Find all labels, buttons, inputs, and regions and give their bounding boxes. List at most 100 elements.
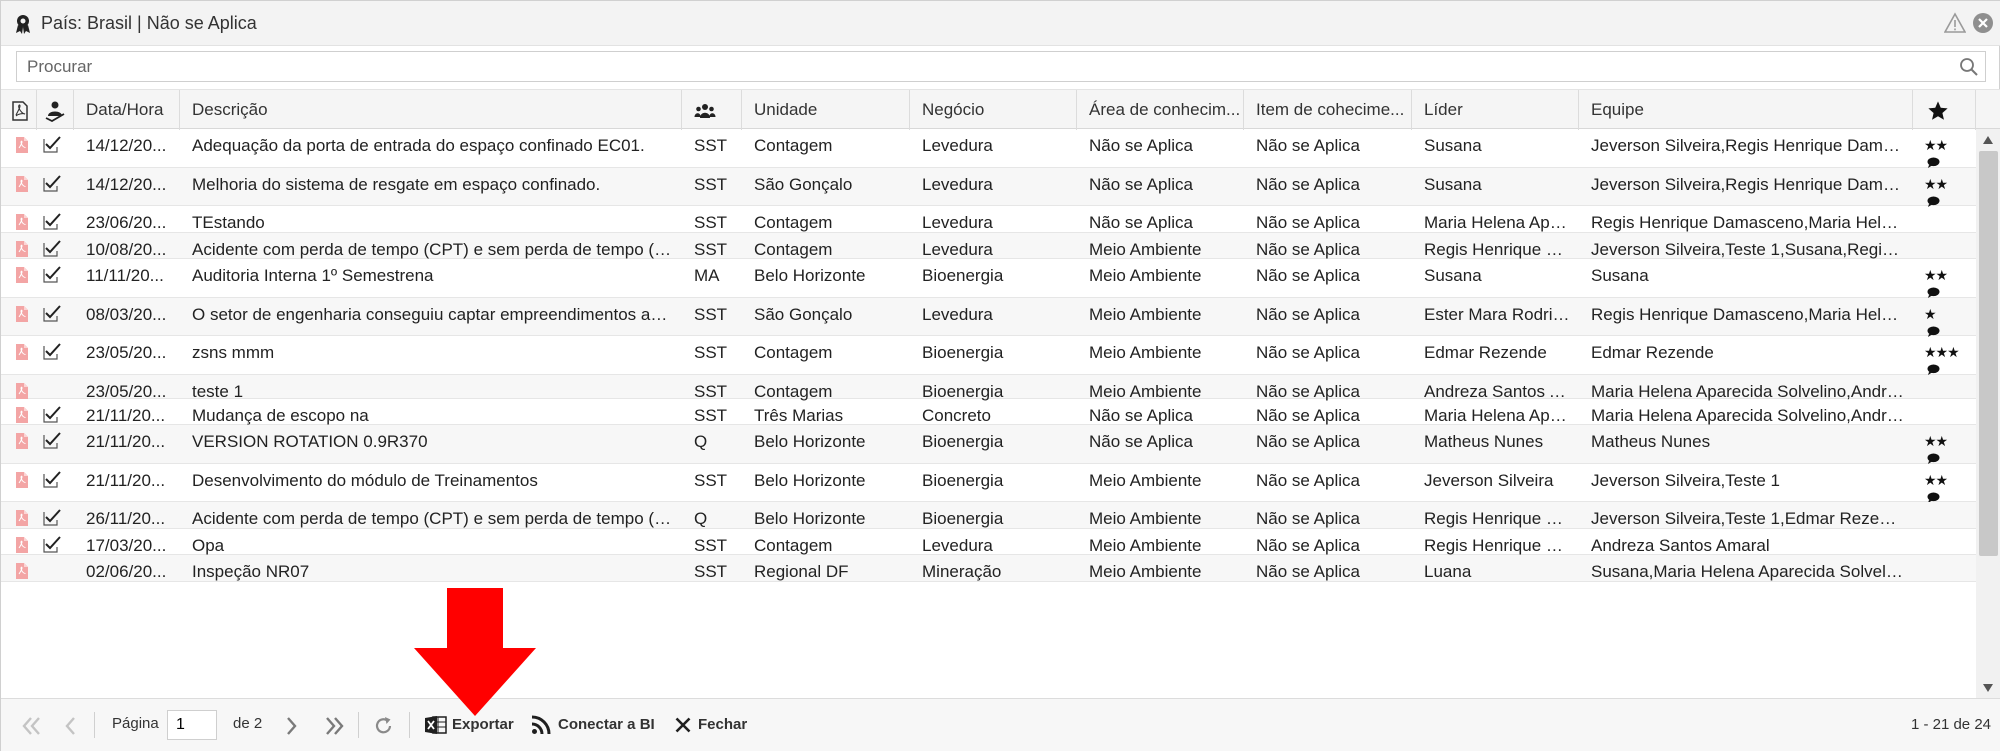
page-number-input[interactable] [167,710,217,740]
column-header-datetime[interactable]: Data/Hora [74,90,180,130]
search-input[interactable] [17,52,1937,81]
table-row[interactable]: 26/11/20... Acidente com perda de tempo (… [1,502,1976,529]
pdf-file-icon[interactable] [14,407,30,423]
checkbox-checked-icon[interactable] [43,136,61,153]
person-check-header-icon [45,101,65,122]
cell-datetime: 11/11/20... [86,266,164,285]
checkbox-checked-icon[interactable] [43,536,61,553]
cell-group: SST [694,213,728,232]
pdf-file-icon[interactable] [14,383,30,399]
cell-team: Jeverson Silveira,Teste 1 [1591,471,1780,490]
column-header-business[interactable]: Negócio [910,90,1077,130]
pdf-file-icon[interactable] [14,306,30,322]
checkbox-checked-icon[interactable] [43,406,61,423]
table-row[interactable]: 21/11/20... VERSION ROTATION 0.9R370 Q Belo… [1,425,1976,464]
pdf-file-icon[interactable] [14,241,30,257]
cell-datetime: 17/03/20... [86,536,167,555]
comment-icon[interactable] [1927,453,1940,464]
comment-icon[interactable] [1927,364,1940,375]
checkbox-checked-icon[interactable] [43,432,61,449]
column-header-area[interactable]: Área de conhecim... [1077,90,1244,130]
rating-stars: ★★ [1924,137,1948,153]
next-page-icon[interactable] [285,712,299,740]
column-header-check[interactable] [37,90,74,130]
scrollbar-thumb[interactable] [1979,151,1998,556]
pdf-file-icon[interactable] [14,267,30,283]
table-row[interactable]: 08/03/20... O setor de engenharia consegu… [1,298,1976,337]
table-row[interactable]: 14/12/20... Melhoria do sistema de resgat… [1,168,1976,207]
cell-item: Não se Aplica [1256,175,1360,194]
window-title: País: Brasil | Não se Aplica [41,13,257,33]
table-row[interactable]: 14/12/20... Adequação da porta de entrada… [1,129,1976,168]
previous-page-icon[interactable] [63,712,77,740]
table-row[interactable]: 11/11/20... Auditoria Interna 1º Semestre… [1,259,1976,298]
column-header-description[interactable]: Descrição [180,90,682,130]
cell-area: Meio Ambiente [1089,509,1202,528]
cell-leader: Susana [1424,266,1482,285]
table-row[interactable]: 23/05/20... zsns mmm SST Contagem Bioenergi… [1,336,1976,375]
checkbox-checked-icon[interactable] [43,509,61,526]
column-header-group[interactable] [682,90,742,130]
comment-icon[interactable] [1927,157,1940,168]
paging-toolbar: Página de 2 Exportar [1,698,2000,751]
comment-icon[interactable] [1927,287,1940,298]
first-page-icon[interactable] [21,712,43,740]
cell-business: Levedura [922,175,993,194]
checkbox-checked-icon[interactable] [43,343,61,360]
cell-leader: Regis Henrique Da... [1424,509,1571,528]
pdf-file-icon[interactable] [14,344,30,360]
pdf-file-icon[interactable] [14,472,30,488]
search-icon[interactable] [1959,57,1979,77]
pdf-file-icon[interactable] [14,214,30,230]
warning-icon[interactable] [1944,12,1966,34]
pdf-file-icon[interactable] [14,537,30,553]
pdf-file-icon[interactable] [14,137,30,153]
column-header-rating[interactable] [1913,90,1976,130]
checkbox-checked-icon[interactable] [43,175,61,192]
table-row[interactable]: 10/08/20... Acidente com perda de tempo (… [1,233,1976,259]
column-header-pdf[interactable] [1,90,37,130]
table-row[interactable]: 23/06/20... TEstando SST Contagem Levedura Nã… [1,206,1976,233]
cell-item: Não se Aplica [1256,562,1360,581]
checkbox-checked-icon[interactable] [43,305,61,322]
checkbox-checked-icon[interactable] [43,471,61,488]
column-header-team[interactable]: Equipe [1579,90,1913,130]
cell-datetime: 21/11/20... [86,432,166,451]
checkbox-checked-icon[interactable] [43,240,61,257]
column-header-item[interactable]: Item de cohecime... [1244,90,1412,130]
rating-stars: ★★ [1924,433,1948,449]
cell-item: Não se Aplica [1256,432,1360,451]
pdf-file-icon[interactable] [14,433,30,449]
table-row[interactable]: 21/11/20... Desenvolvimento do módulo de … [1,464,1976,503]
pdf-file-icon[interactable] [14,510,30,526]
cell-team: Andreza Santos Amaral [1591,536,1770,555]
cell-area: Não se Aplica [1089,136,1193,155]
scroll-down-arrow-icon[interactable] [1982,683,1994,693]
cell-datetime: 23/05/20... [86,343,167,362]
close-icon[interactable] [1972,12,1994,34]
cell-datetime: 14/12/20... [86,175,167,194]
rating-stars: ★★★ [1924,344,1960,360]
table-row[interactable]: 21/11/20... Mudança de escopo na SST Três M… [1,399,1976,425]
last-page-icon[interactable] [323,712,345,740]
rating-stars: ★ [1924,306,1937,322]
cell-area: Meio Ambiente [1089,240,1202,259]
table-row[interactable]: 02/06/20... Inspeção NR07 SST Regional DF Mi… [1,555,1976,582]
table-row[interactable]: 17/03/20... Opa SST Contagem Levedura Meio Am… [1,529,1976,555]
column-header-leader[interactable]: Líder [1412,90,1579,130]
refresh-icon[interactable] [373,712,395,740]
pdf-file-icon[interactable] [14,563,30,579]
cell-description: O setor de engenharia conseguiu captar e… [192,305,674,324]
column-header-unit[interactable]: Unidade [742,90,910,130]
pdf-file-icon[interactable] [14,176,30,192]
cell-area: Meio Ambiente [1089,305,1202,324]
checkbox-checked-icon[interactable] [43,266,61,283]
cell-item: Não se Aplica [1256,305,1360,324]
checkbox-checked-icon[interactable] [43,213,61,230]
table-row[interactable]: 23/05/20... teste 1 SST Contagem Bioenergia M… [1,375,1976,401]
scroll-up-arrow-icon[interactable] [1982,135,1994,145]
close-button[interactable]: Fechar [671,699,751,751]
cell-business: Bioenergia [922,343,1004,362]
red-arrow-annotation-icon [414,588,536,716]
connect-bi-button[interactable]: Conectar a BI [529,699,655,751]
